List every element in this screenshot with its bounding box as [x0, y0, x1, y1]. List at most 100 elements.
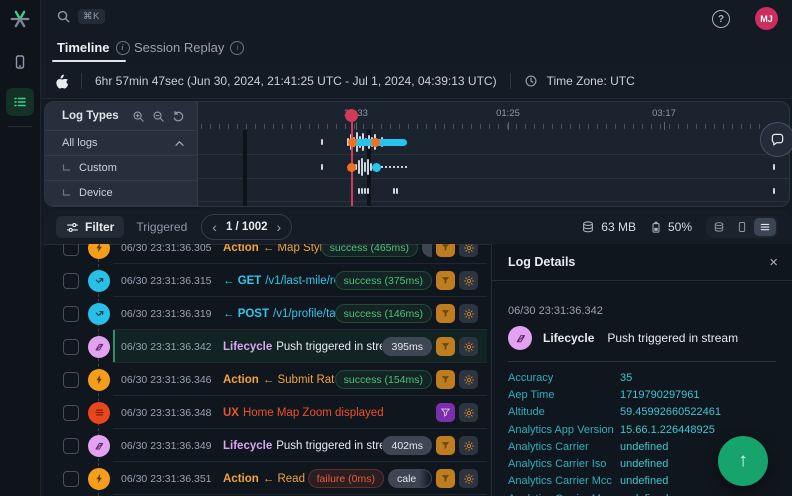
sidebar: [0, 0, 41, 496]
status-badge: failure (0ms): [308, 469, 384, 488]
filter-by-log-button[interactable]: [436, 403, 455, 422]
help-icon[interactable]: ?: [712, 10, 730, 28]
view-toggle-device[interactable]: [731, 218, 753, 236]
row-checkbox[interactable]: [63, 471, 79, 487]
playhead-handle[interactable]: [345, 109, 358, 122]
log-timestamp: 06/30 23:31:36.351: [121, 473, 223, 485]
log-message: ← GET/v1/last-mile/region-info: [223, 275, 335, 287]
filter-button[interactable]: Filter: [56, 216, 124, 238]
action-log-icon: [88, 369, 110, 391]
log-settings-button[interactable]: [459, 436, 478, 455]
log-types-title: Log Types: [62, 110, 130, 122]
filter-by-log-button[interactable]: [436, 337, 455, 356]
zoom-in-icon[interactable]: [130, 108, 147, 125]
log-mark: [321, 139, 323, 145]
log-type-row-device[interactable]: Device: [45, 181, 197, 206]
event-marker[interactable]: [348, 138, 357, 147]
status-badge: success (154ms): [335, 370, 432, 389]
close-icon[interactable]: ×: [769, 255, 778, 270]
log-settings-button[interactable]: [459, 304, 478, 323]
timezone-label: Time Zone: UTC: [547, 74, 635, 88]
chart-row-divider: [198, 178, 789, 179]
log-row[interactable]: 06/30 23:31:36.351 Action← Read Calendar…: [44, 462, 491, 495]
log-row[interactable]: 06/30 23:31:36.319 ← POST/v1/profile/tas…: [44, 297, 491, 330]
next-page-button[interactable]: ›: [277, 220, 282, 234]
scroll-to-top-button[interactable]: ↑: [718, 436, 768, 486]
view-toggle-list-active[interactable]: [754, 218, 776, 236]
row-checkbox[interactable]: [63, 372, 79, 388]
sidebar-item-sessions[interactable]: [6, 48, 34, 76]
axis-ruler: [201, 124, 785, 129]
log-timestamp: 06/30 23:31:36.349: [121, 440, 223, 452]
event-marker[interactable]: [372, 163, 381, 172]
filter-by-log-button[interactable]: [436, 370, 455, 389]
chevron-up-icon[interactable]: [174, 140, 185, 147]
playhead-line[interactable]: [351, 112, 353, 207]
status-badge: success (146ms): [335, 304, 432, 323]
embrace-logo-icon[interactable]: [9, 8, 31, 30]
battery-icon: [650, 220, 662, 234]
tab-session-replay[interactable]: Session Replay i: [134, 40, 244, 55]
event-marker[interactable]: [347, 163, 356, 172]
session-boundary-band: [243, 130, 247, 206]
sidebar-divider: [8, 126, 32, 127]
log-type-row-all-logs[interactable]: All logs: [45, 131, 197, 156]
reset-zoom-icon[interactable]: [170, 108, 187, 125]
log-types-column: Log Types All logs: [45, 102, 198, 206]
log-row[interactable]: 06/30 23:31:36.346 Action← Submit Rating…: [44, 363, 491, 396]
log-timestamp: 06/30 23:31:36.348: [121, 407, 223, 419]
log-timestamp: 06/30 23:31:36.319: [121, 308, 223, 320]
log-row-selected[interactable]: 06/30 23:31:36.342 LifecyclePush trigger…: [44, 330, 491, 363]
network-log-icon: [88, 303, 110, 325]
log-mark: [361, 188, 363, 194]
row-checkbox[interactable]: [63, 438, 79, 454]
active-tab-underline: [52, 60, 126, 62]
search-input[interactable]: ⌘K: [56, 9, 105, 24]
filter-by-log-button[interactable]: [436, 469, 455, 488]
zoom-out-icon[interactable]: [150, 108, 167, 125]
feedback-chat-button[interactable]: [760, 122, 792, 157]
filter-by-log-button[interactable]: [436, 304, 455, 323]
log-row[interactable]: 06/30 23:31:36.315 ← GET/v1/last-mile/re…: [44, 264, 491, 297]
event-marker[interactable]: [371, 138, 380, 147]
row-checkbox[interactable]: [63, 339, 79, 355]
details-timestamp: 06/30 23:31:36.342: [508, 305, 776, 317]
view-toggle-storage[interactable]: [708, 218, 730, 236]
prev-page-button[interactable]: ‹: [212, 220, 217, 234]
log-row[interactable]: 06/30 23:31:36.305 Action← Map Style Loa…: [44, 244, 491, 264]
log-row[interactable]: 06/30 23:31:36.349 LifecyclePush trigger…: [44, 429, 491, 462]
battery-metric: 50%: [650, 220, 692, 234]
sidebar-item-logs-active[interactable]: [6, 88, 34, 116]
log-settings-button[interactable]: [459, 337, 478, 356]
session-duration: 6hr 57min 47sec (Jun 30, 2024, 21:41:25 …: [95, 74, 497, 88]
status-badge: success (375ms): [335, 271, 432, 290]
field-row: Analytics App Version15.66.1.226448925: [508, 421, 776, 438]
row-checkbox[interactable]: [63, 405, 79, 421]
log-row[interactable]: 06/30 23:31:36.348 UXHome Map Zoom displ…: [44, 396, 491, 429]
log-settings-button[interactable]: [459, 244, 478, 257]
row-checkbox[interactable]: [63, 244, 79, 256]
log-settings-button[interactable]: [459, 370, 478, 389]
filter-by-log-button[interactable]: [436, 244, 455, 257]
apple-platform-icon: [53, 73, 68, 89]
log-settings-button[interactable]: [459, 271, 478, 290]
duration-badge: 402ms: [382, 436, 432, 455]
log-type-row-custom[interactable]: Custom: [45, 156, 197, 181]
log-settings-button[interactable]: [459, 403, 478, 422]
tab-timeline[interactable]: Timeline i: [57, 40, 130, 55]
filter-by-log-button[interactable]: [436, 271, 455, 290]
avatar[interactable]: MJ: [755, 7, 778, 30]
row-checkbox[interactable]: [63, 273, 79, 289]
log-timestamp: 06/30 23:31:36.342: [121, 341, 223, 353]
log-mark: [358, 188, 360, 194]
session-span-bar[interactable]: [353, 139, 407, 146]
pagination: ‹ 1 / 1002 ›: [201, 214, 292, 240]
log-mark: [321, 164, 323, 170]
row-checkbox[interactable]: [63, 306, 79, 322]
log-settings-button[interactable]: [459, 469, 478, 488]
timeline-chart-canvas[interactable]: 23:33 01:25 03:17: [198, 102, 789, 206]
memory-value: 63 MB: [601, 220, 636, 234]
log-message: Action← Map Style Loading: [223, 244, 321, 254]
filter-by-log-button[interactable]: [436, 436, 455, 455]
view-toggle: [706, 216, 778, 238]
